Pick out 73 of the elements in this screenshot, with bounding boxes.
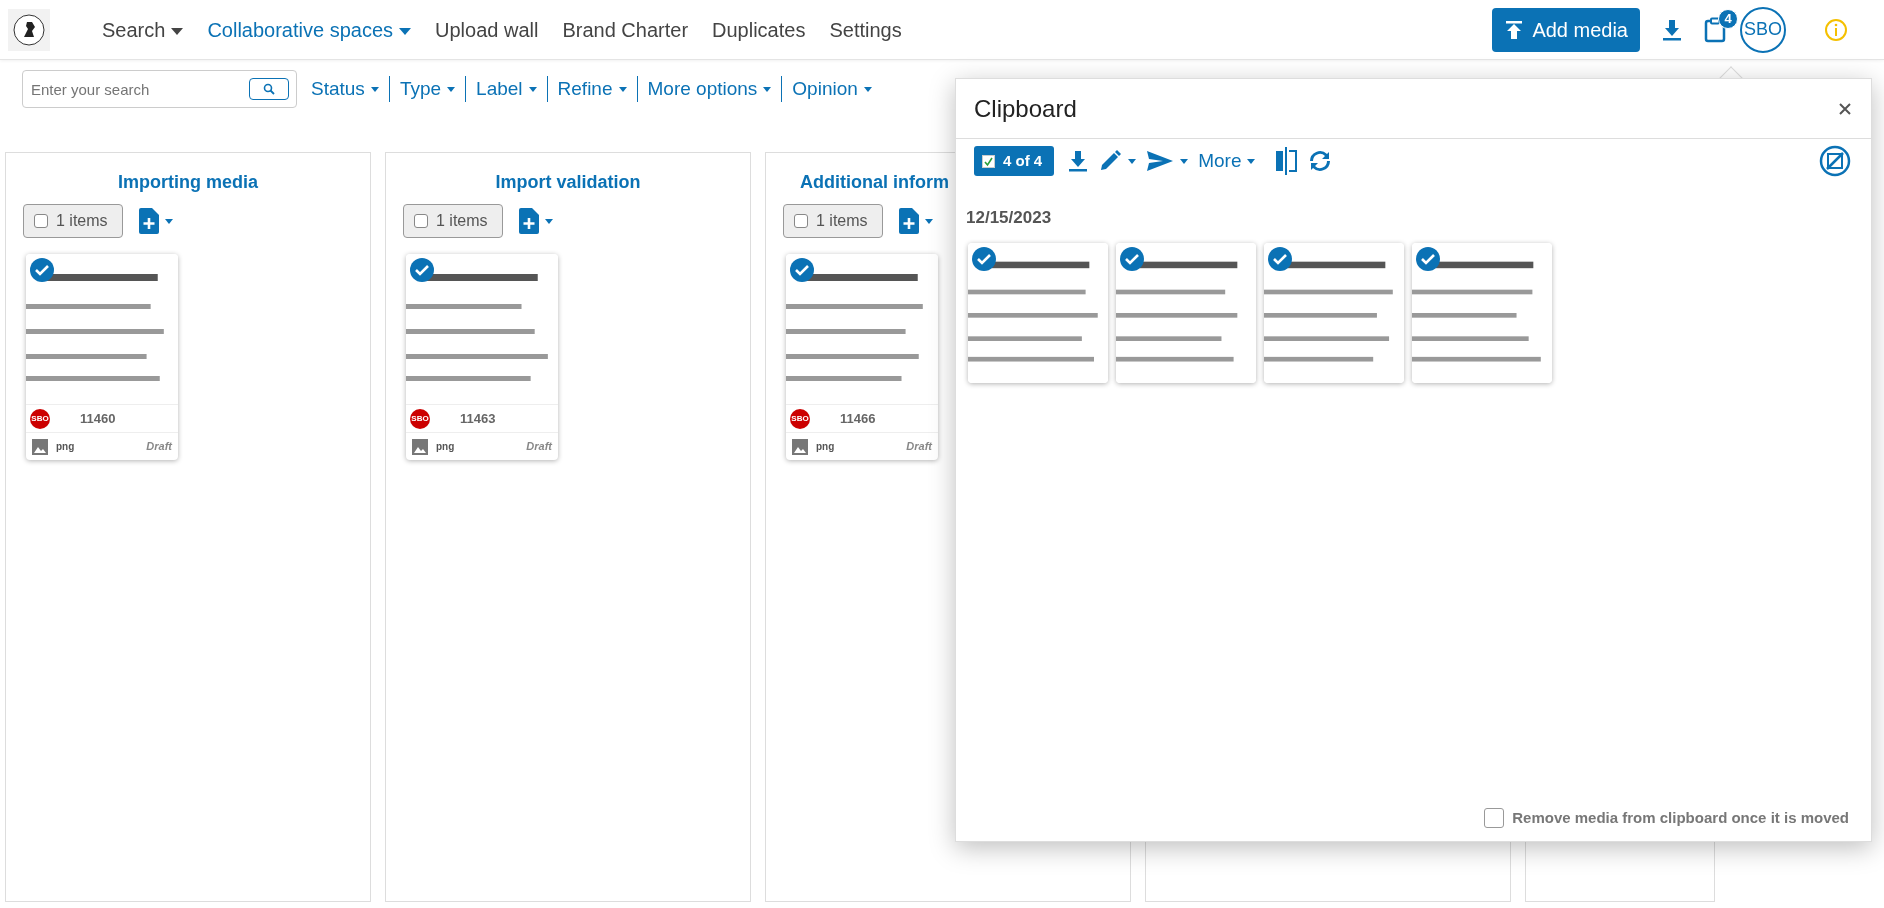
media-card[interactable]: SBO 11460 png Draft (26, 254, 178, 460)
filter-dropdown[interactable]: Status (301, 74, 389, 104)
check-icon[interactable] (409, 257, 435, 283)
search-icon (263, 83, 275, 95)
column-title: Additional inform (800, 172, 949, 192)
image-icon (32, 438, 48, 455)
media-id: 11463 (460, 409, 496, 428)
media-id: 11460 (80, 409, 116, 428)
nav-link-item[interactable]: Collaborative spaces (207, 14, 412, 45)
logo-icon[interactable] (8, 8, 50, 51)
filter-dropdown[interactable]: More options (637, 74, 782, 104)
media-card[interactable]: SBO 11463 png Draft (406, 254, 558, 460)
nav-link-item[interactable]: Settings (829, 14, 902, 45)
status-label: Draft (906, 439, 932, 455)
compare-icon[interactable] (1273, 147, 1300, 175)
count-badge: 4 (1718, 8, 1738, 29)
image-icon (792, 438, 808, 455)
more-menu-button[interactable]: More (1198, 146, 1256, 176)
nav-link-item[interactable]: Brand Charter (562, 14, 689, 45)
select-all-button[interactable]: 1 items (783, 204, 883, 238)
user-avatar[interactable]: SBO (1740, 6, 1786, 53)
panel-title: Clipboard (974, 93, 1077, 124)
select-all-button[interactable]: 1 items (23, 204, 123, 238)
upload-icon (1504, 19, 1525, 40)
nav-link-item[interactable]: Duplicates (712, 14, 806, 45)
format-label: png (816, 440, 835, 454)
date-heading: 12/15/2023 (966, 208, 1052, 227)
status-label: Draft (526, 439, 552, 455)
format-label: png (56, 440, 75, 454)
checkbox[interactable] (414, 214, 428, 228)
check-icon[interactable] (971, 245, 997, 272)
add-file-button[interactable] (138, 208, 173, 234)
owner-avatar: SBO (410, 408, 430, 429)
search-button[interactable] (249, 78, 289, 100)
add-media-button[interactable]: Add media (1492, 7, 1640, 52)
checkbox-label: Remove media from clipboard once it is moved (1512, 807, 1849, 828)
owner-avatar: SBO (30, 408, 50, 429)
check-icon[interactable] (789, 257, 815, 283)
check-icon[interactable] (1119, 245, 1145, 272)
image-icon (412, 438, 428, 455)
send-menu-button[interactable] (1146, 150, 1189, 172)
checkbox[interactable] (34, 214, 48, 228)
download-icon[interactable] (1068, 149, 1089, 173)
checkbox[interactable] (794, 214, 808, 228)
checkbox-icon (982, 154, 995, 168)
format-label: png (436, 440, 455, 454)
edit-menu-button[interactable] (1098, 149, 1137, 173)
media-id: 11466 (840, 409, 876, 428)
select-all-button[interactable]: 1 items (403, 204, 503, 238)
filter-dropdown[interactable]: Opinion (782, 74, 882, 104)
add-file-button[interactable] (898, 208, 933, 234)
owner-avatar: SBO (790, 408, 810, 429)
status-label: Draft (146, 439, 172, 455)
media-card[interactable]: SBO 11466 png Draft (786, 254, 938, 460)
column-title: Import validation (495, 172, 641, 192)
nav-link-item[interactable]: Upload wall (435, 14, 539, 45)
checkbox[interactable] (1484, 807, 1505, 828)
check-icon[interactable] (1415, 245, 1441, 272)
check-icon[interactable] (1267, 245, 1293, 272)
refresh-icon[interactable] (1309, 149, 1332, 173)
column-title: Importing media (118, 172, 258, 192)
filter-dropdown[interactable]: Type (389, 74, 466, 104)
add-file-button[interactable] (518, 208, 553, 234)
clipboard-icon[interactable] (1704, 16, 1726, 43)
deselect-icon[interactable] (1819, 145, 1851, 177)
download-icon[interactable] (1662, 18, 1682, 41)
nav-link-item[interactable]: Search (102, 14, 184, 45)
close-icon[interactable] (1839, 102, 1851, 115)
search-field[interactable]: Enter your search (22, 70, 297, 108)
filter-dropdown[interactable]: Refine (547, 74, 637, 104)
check-icon[interactable] (29, 257, 55, 283)
selection-button[interactable]: 4 of 4 (974, 146, 1055, 176)
filter-dropdown[interactable]: Label (466, 74, 547, 104)
